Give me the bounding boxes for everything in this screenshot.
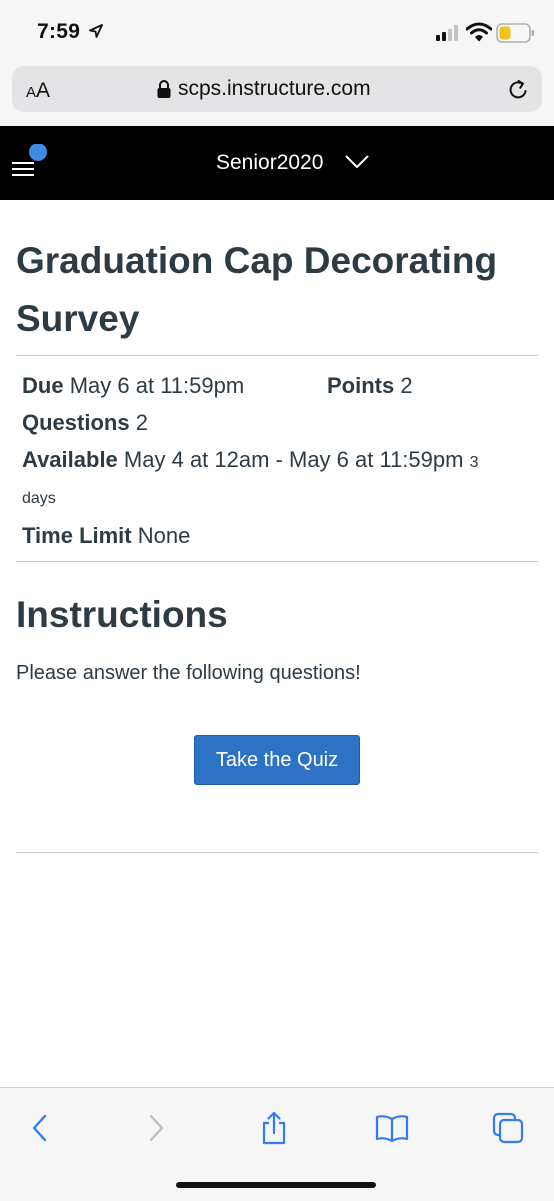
share-icon bbox=[262, 1111, 286, 1145]
app-header: Senior2020 bbox=[0, 126, 554, 200]
points-label: Points bbox=[327, 373, 395, 398]
chevron-left-icon bbox=[32, 1114, 47, 1142]
due-label: Due bbox=[22, 373, 64, 398]
home-indicator bbox=[176, 1182, 376, 1188]
notification-dot bbox=[29, 143, 47, 161]
questions-row: Questions 2 bbox=[22, 404, 532, 441]
instructions-heading: Instructions bbox=[16, 594, 228, 635]
take-quiz-button[interactable]: Take the Quiz bbox=[194, 735, 360, 785]
cellular-signal-icon bbox=[436, 25, 462, 46]
chevron-down-icon bbox=[345, 151, 369, 175]
course-name: Senior2020 bbox=[216, 151, 324, 174]
wifi-icon bbox=[465, 22, 493, 47]
lock-icon bbox=[156, 79, 172, 104]
book-icon bbox=[375, 1115, 409, 1143]
time-limit-value: None bbox=[137, 523, 191, 548]
questions-value: 2 bbox=[135, 410, 148, 435]
footer-divider bbox=[16, 852, 538, 853]
time-limit-row: Time Limit None bbox=[22, 517, 532, 554]
back-button[interactable] bbox=[20, 1108, 60, 1148]
url-text: scps.instructure.com bbox=[178, 77, 371, 100]
quiz-details: Due May 6 at 11:59pm Points 2 Questions … bbox=[22, 367, 532, 554]
status-time: 7:59 bbox=[37, 20, 81, 43]
details-divider bbox=[16, 561, 538, 562]
available-duration-number: 3 bbox=[469, 454, 479, 471]
available-label: Available bbox=[22, 447, 118, 472]
due-field: Due May 6 at 11:59pm bbox=[22, 373, 244, 398]
text-size-button[interactable]: AA bbox=[26, 79, 50, 103]
text-size-large-a: A bbox=[36, 79, 51, 102]
tabs-icon bbox=[492, 1112, 524, 1144]
questions-label: Questions bbox=[22, 410, 130, 435]
title-divider bbox=[16, 355, 538, 356]
instructions-text: Please answer the following questions! bbox=[16, 662, 361, 684]
global-nav-menu-button[interactable] bbox=[10, 143, 60, 184]
reload-icon[interactable] bbox=[506, 78, 530, 107]
course-picker[interactable]: Senior2020 bbox=[216, 146, 369, 180]
text-size-small-a: A bbox=[26, 84, 37, 101]
available-value: May 4 at 12am - May 6 at 11:59pm bbox=[123, 447, 464, 472]
due-value: May 6 at 11:59pm bbox=[69, 373, 245, 398]
tabs-button[interactable] bbox=[488, 1108, 528, 1148]
hamburger-menu-icon bbox=[12, 143, 47, 176]
status-bar: 7:59 bbox=[0, 0, 554, 62]
address-bar[interactable]: AA scps.instructure.com bbox=[12, 66, 542, 112]
points-field: Points 2 bbox=[327, 367, 413, 404]
chevron-right-icon bbox=[149, 1114, 164, 1142]
bookmarks-button[interactable] bbox=[372, 1108, 412, 1148]
location-arrow-icon bbox=[89, 24, 103, 43]
available-duration-unit: days bbox=[22, 490, 56, 507]
available-row: Available May 4 at 12am - May 6 at 11:59… bbox=[22, 441, 532, 481]
quiz-title: Graduation Cap Decorating Survey bbox=[16, 240, 498, 339]
browser-address-area: AA scps.instructure.com bbox=[0, 62, 554, 126]
forward-button[interactable] bbox=[136, 1108, 176, 1148]
share-button[interactable] bbox=[254, 1108, 294, 1148]
due-points-row: Due May 6 at 11:59pm Points 2 bbox=[22, 367, 532, 404]
battery-icon bbox=[496, 23, 536, 48]
points-value: 2 bbox=[400, 373, 413, 398]
time-limit-label: Time Limit bbox=[22, 523, 132, 548]
